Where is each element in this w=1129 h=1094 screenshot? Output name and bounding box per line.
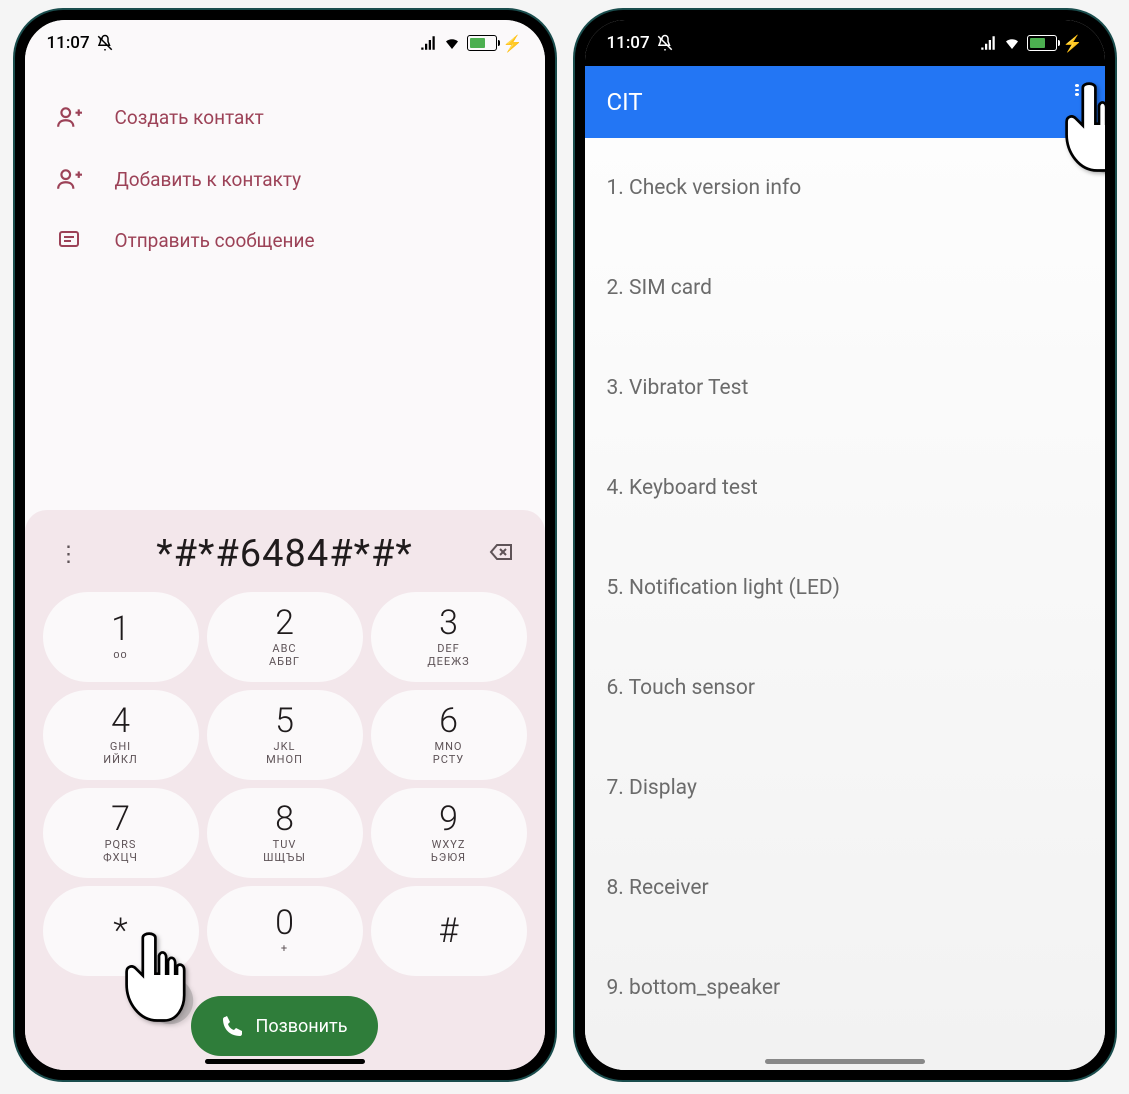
battery-icon (1027, 35, 1057, 51)
send-message-label: Отправить сообщение (115, 229, 315, 252)
home-indicator[interactable] (765, 1059, 925, 1064)
key-letters: + (281, 942, 288, 955)
status-time: 11:07 (47, 33, 90, 53)
call-button[interactable]: Позвонить (191, 996, 377, 1056)
cit-title: CIT (607, 88, 643, 116)
call-label: Позвонить (255, 1016, 347, 1037)
bell-off-icon (656, 34, 674, 52)
signal-icon (979, 34, 997, 52)
contact-actions: Создать контакт Добавить к контакту Отпр… (25, 66, 545, 290)
signal-icon (419, 34, 437, 52)
wifi-icon (1003, 34, 1021, 52)
key-letters: ABCАБВГ (269, 642, 300, 668)
key-digit: # (439, 914, 459, 948)
person-add-icon (55, 166, 83, 192)
dial-area: ⋮ *#*#6484#*#* 1ᴏᴏ2ABCАБВГ3DEFДЕЕЖЗ4GHIИ… (25, 510, 545, 1070)
key-letters: JKLМНОП (266, 740, 303, 766)
keypad-key-star[interactable]: * (43, 886, 199, 976)
keypad-key-7[interactable]: 7PQRSФХЦЧ (43, 788, 199, 878)
cit-item[interactable]: 2. SIM card (585, 238, 1105, 338)
battery-icon (467, 35, 497, 51)
add-to-contact-label: Добавить к контакту (115, 168, 302, 191)
key-letters: TUVШЩЪЫ (263, 838, 306, 864)
status-bar: 11:07 ⚡ (25, 20, 545, 66)
keypad-key-hash[interactable]: # (371, 886, 527, 976)
phone-cit: 11:07 ⚡ CIT 1. Check version info2. SIM … (575, 10, 1115, 1080)
cit-item[interactable]: 5. Notification light (LED) (585, 538, 1105, 638)
cit-list: 1. Check version info2. SIM card3. Vibra… (585, 138, 1105, 1070)
person-add-icon (55, 104, 83, 130)
keypad-key-9[interactable]: 9WXYZЬЭЮЯ (371, 788, 527, 878)
status-time: 11:07 (607, 33, 650, 53)
key-digit: 4 (111, 704, 130, 738)
cit-item[interactable]: 9. bottom_speaker (585, 938, 1105, 1038)
wifi-icon (443, 34, 461, 52)
cit-item[interactable]: 3. Vibrator Test (585, 338, 1105, 438)
key-digit: 7 (111, 802, 130, 836)
keypad-key-1[interactable]: 1 ᴏᴏ (43, 592, 199, 682)
key-digit: 2 (275, 606, 294, 640)
cit-item[interactable]: 4. Keyboard test (585, 438, 1105, 538)
keypad-key-4[interactable]: 4GHIИЙКЛ (43, 690, 199, 780)
key-letters: ᴏᴏ (113, 648, 127, 661)
cit-item[interactable]: 6. Touch sensor (585, 638, 1105, 738)
key-digit: 3 (439, 606, 458, 640)
key-letters: WXYZЬЭЮЯ (431, 838, 466, 864)
create-contact-label: Создать контакт (115, 106, 264, 129)
cit-item[interactable]: 8. Receiver (585, 838, 1105, 938)
more-icon[interactable]: ⋮ (49, 542, 89, 567)
keypad-key-0[interactable]: 0+ (207, 886, 363, 976)
keypad-key-3[interactable]: 3DEFДЕЕЖЗ (371, 592, 527, 682)
bell-off-icon (96, 34, 114, 52)
cit-item[interactable]: 7. Display (585, 738, 1105, 838)
backspace-icon[interactable] (481, 540, 521, 568)
phone-dialer: 11:07 ⚡ Создать контакт Добав (15, 10, 555, 1080)
key-digit: 9 (439, 802, 458, 836)
key-digit: 5 (275, 704, 294, 738)
key-digit: 1 (111, 612, 130, 646)
create-contact-row[interactable]: Создать контакт (25, 86, 545, 148)
charging-icon: ⚡ (1063, 34, 1083, 53)
screen-dialer: 11:07 ⚡ Создать контакт Добав (25, 20, 545, 1070)
key-digit: 8 (275, 802, 294, 836)
charging-icon: ⚡ (503, 34, 523, 53)
send-message-row[interactable]: Отправить сообщение (25, 210, 545, 270)
cit-item[interactable]: 1. Check version info (585, 138, 1105, 238)
menu-icon[interactable] (1071, 84, 1083, 96)
message-icon (55, 228, 83, 252)
screen-cit: 11:07 ⚡ CIT 1. Check version info2. SIM … (585, 20, 1105, 1070)
cit-header: CIT (585, 66, 1105, 138)
add-to-contact-row[interactable]: Добавить к контакту (25, 148, 545, 210)
key-digit: 0 (275, 906, 294, 940)
key-digit: 6 (439, 704, 458, 738)
phone-icon (221, 1014, 245, 1038)
keypad-key-2[interactable]: 2ABCАБВГ (207, 592, 363, 682)
dialed-number: *#*#6484#*#* (89, 532, 481, 576)
keypad-key-8[interactable]: 8TUVШЩЪЫ (207, 788, 363, 878)
dial-display: ⋮ *#*#6484#*#* (35, 532, 535, 592)
key-letters: GHIИЙКЛ (103, 740, 138, 766)
home-indicator[interactable] (205, 1059, 365, 1064)
key-letters: PQRSФХЦЧ (103, 838, 138, 864)
keypad: 1ᴏᴏ2ABCАБВГ3DEFДЕЕЖЗ4GHIИЙКЛ5JKLМНОП6MNO… (35, 592, 535, 976)
keypad-key-6[interactable]: 6MNOРСТУ (371, 690, 527, 780)
key-digit: * (113, 914, 127, 948)
key-letters: MNOРСТУ (433, 740, 464, 766)
key-letters: DEFДЕЕЖЗ (427, 642, 469, 668)
status-bar: 11:07 ⚡ (585, 20, 1105, 66)
keypad-key-5[interactable]: 5JKLМНОП (207, 690, 363, 780)
